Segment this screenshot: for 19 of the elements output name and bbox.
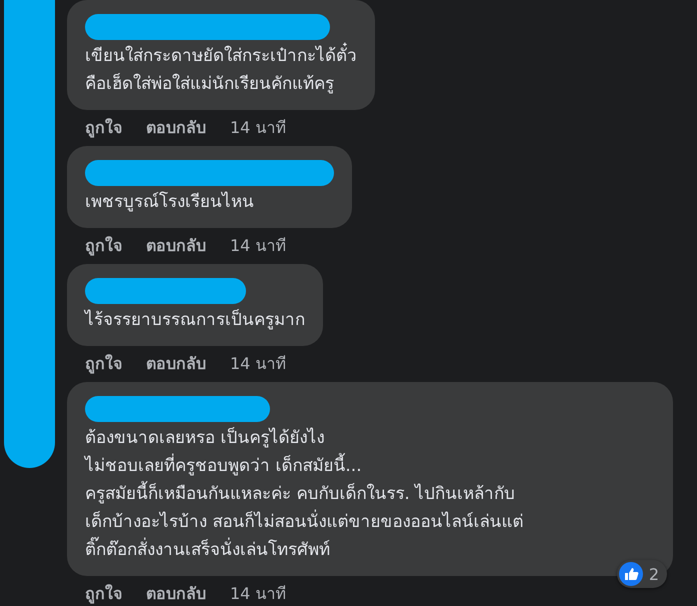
comment-text: เขียนใส่กระดาษยัดใส่กระเป๋ากะได้ตั๋ว คือเฮ็ดใส่พ่อใส่แม่นักเรียนคักแท้ครู — [85, 42, 357, 98]
comment-time: 14 นาที — [230, 235, 286, 257]
reply-link[interactable]: ตอบกลับ — [146, 234, 206, 258]
reply-link[interactable]: ตอบกลับ — [146, 352, 206, 376]
reply-link[interactable]: ตอบกลับ — [146, 582, 206, 606]
like-link[interactable]: ถูกใจ — [85, 352, 122, 376]
comment-text: ไร้จรรยาบรรณการเป็นครูมาก — [85, 308, 305, 332]
comment-time: 14 นาที — [230, 353, 286, 375]
reply-link[interactable]: ตอบกลับ — [146, 116, 206, 140]
like-link[interactable]: ถูกใจ — [85, 582, 122, 606]
comment-text: เพชรบูรณ์โรงเรียนไหน — [85, 190, 255, 214]
reaction-count: 2 — [648, 564, 659, 584]
comment-text: ต้องขนาดเลยหรอ เป็นครูได้ยังไง ไม่ชอบเลยที่ครูชอบพูดว่า เด็กสมัยนี้... ครูสมัยนี้ก็เหมือนกันแหละค่ะ คบกับเด็กในรร. ไปกินเหล้ากับ เด็กบ้างอะไรบ้าง สอนก็ไม่สอนนั่งแต่ขายของออนไลน์เล่นแต่ ติ๊กต๊อกสั่งงานเสร็จนั่งเล่นโทรศัพท์ — [85, 426, 524, 562]
reaction-badge[interactable]: 2 — [616, 560, 667, 588]
like-link[interactable]: ถูกใจ — [85, 116, 122, 140]
comment-time: 14 นาที — [230, 583, 286, 605]
like-link[interactable]: ถูกใจ — [85, 234, 122, 258]
thumbs-up-icon — [618, 562, 643, 586]
comment-time: 14 นาที — [230, 117, 286, 139]
